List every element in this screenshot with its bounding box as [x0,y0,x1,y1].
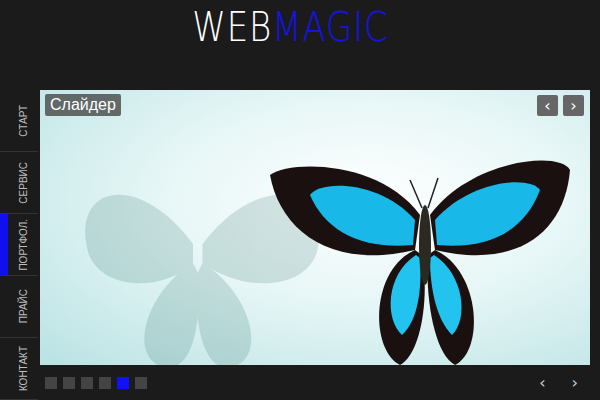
nav-item[interactable]: СТАРТ [0,90,38,152]
prev-button[interactable]: ‹ [537,95,558,116]
nav-label: ПРАЙС [18,289,29,323]
butterfly-icon [40,90,590,365]
pagination-dot[interactable] [135,377,147,389]
nav-item[interactable]: ПРАЙС [0,276,38,338]
slider: Слайдер ‹ › ‹ › [40,88,590,400]
logo-web: WEB [192,4,272,50]
slider-arrows: ‹ › [537,95,584,116]
pagination-dot[interactable] [63,377,75,389]
pagination-dot[interactable] [45,377,57,389]
logo[interactable]: WEBMAGIC [192,4,388,50]
bar-next-button[interactable]: › [572,373,578,392]
main: СТАРТ СЕРВИС ПОРТФОЛ. ПРАЙС КОНТАКТ Слайдер … [0,88,600,400]
pagination-dot[interactable] [99,377,111,389]
bar-prev-button[interactable]: ‹ [539,373,545,392]
pagination-dot[interactable] [81,377,93,389]
nav-label: СТАРТ [18,105,29,137]
nav-label: КОНТАКТ [18,346,29,391]
nav-item[interactable]: ПОРТФОЛ. [0,214,38,276]
pagination-dot[interactable] [117,377,129,389]
bar-arrows: ‹ › [539,373,578,392]
side-nav: СТАРТ СЕРВИС ПОРТФОЛ. ПРАЙС КОНТАКТ [0,88,38,400]
slider-title: Слайдер [45,94,121,116]
nav-label: ПОРТФОЛ. [18,219,29,271]
logo-magic: MAGIC [272,4,388,50]
pagination [45,377,147,389]
next-button[interactable]: › [563,95,584,116]
nav-item[interactable]: СЕРВИС [0,152,38,214]
page: WEBMAGIC СТАРТ СЕРВИС ПОРТФОЛ. ПРАЙС КОНТАКТ… [0,0,600,400]
header: WEBMAGIC [0,0,600,88]
nav-label: СЕРВИС [18,162,29,204]
slide-image: Слайдер ‹ › [40,90,590,365]
nav-item[interactable]: КОНТАКТ [0,338,38,400]
slider-bar: ‹ › [40,365,590,400]
